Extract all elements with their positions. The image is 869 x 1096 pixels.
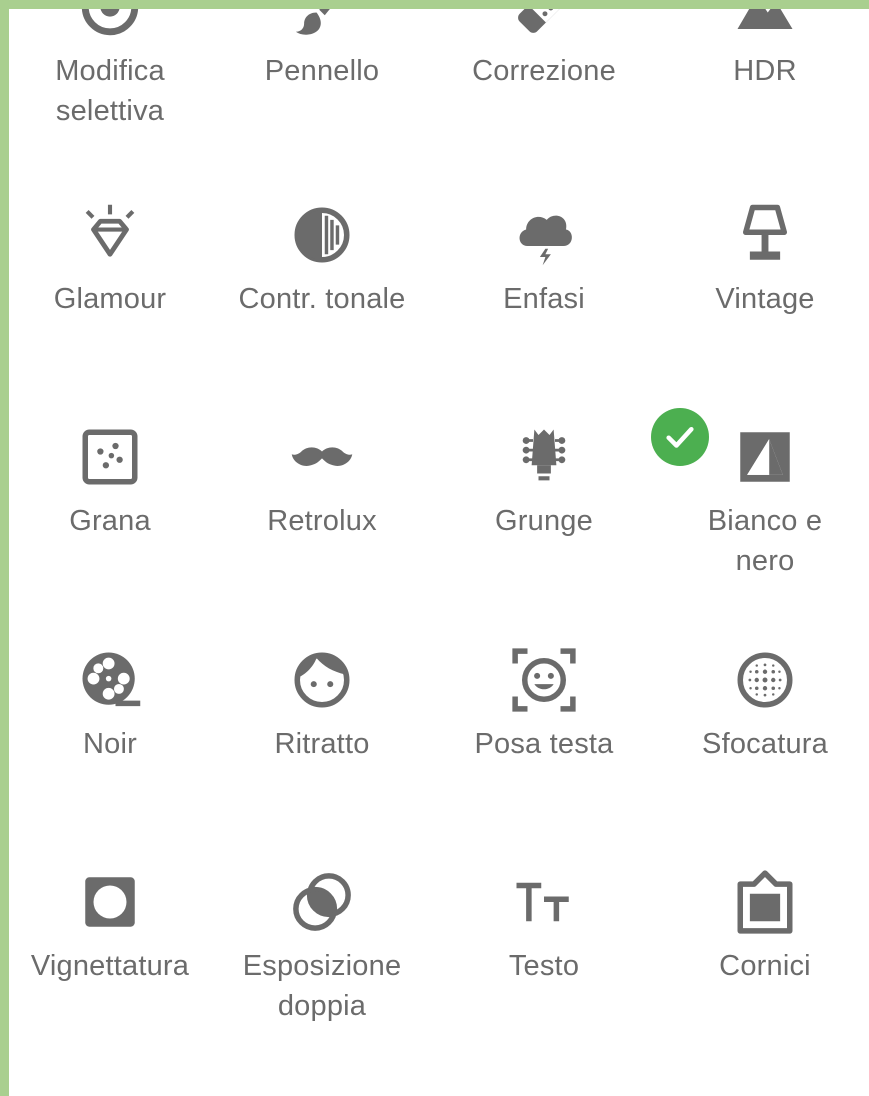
- film-reel-icon: [74, 644, 146, 716]
- text-icon: [508, 866, 580, 938]
- tool-label: Enfasi: [503, 283, 585, 315]
- tool-grunge[interactable]: Grunge: [433, 421, 655, 541]
- tool-head-pose[interactable]: Posa testa: [433, 644, 655, 764]
- selected-check-badge: [651, 408, 709, 466]
- checkmark-icon: [666, 426, 694, 448]
- tool-label: Pennello: [264, 55, 380, 87]
- tool-text[interactable]: Testo: [433, 866, 655, 986]
- tool-glamour[interactable]: Glamour: [9, 199, 221, 319]
- black-white-icon: [729, 421, 801, 493]
- tool-brush[interactable]: Pennello: [211, 9, 433, 91]
- tool-label: Vintage: [715, 283, 815, 315]
- tool-label: Correzione: [472, 55, 616, 87]
- selective-icon: [74, 9, 146, 43]
- vignette-icon: [74, 866, 146, 938]
- tool-blur[interactable]: Sfocatura: [654, 644, 869, 764]
- tool-label: Contr. tonale: [238, 283, 406, 315]
- hdr-mountain-icon: [729, 9, 801, 43]
- tool-portrait[interactable]: Ritratto: [211, 644, 433, 764]
- tool-tonal-contrast[interactable]: Contr. tonale: [211, 199, 433, 319]
- storm-cloud-icon: [508, 199, 580, 271]
- tool-healing[interactable]: Correzione: [433, 9, 655, 91]
- tool-double-exposure[interactable]: Esposizione doppia: [211, 866, 433, 1026]
- healing-icon: [508, 9, 580, 43]
- diamond-glow-icon: [74, 199, 146, 271]
- tool-label: Glamour: [53, 283, 167, 315]
- tool-hdr[interactable]: HDR: [654, 9, 869, 91]
- blur-icon: [729, 644, 801, 716]
- guitar-head-icon: [508, 421, 580, 493]
- tool-label: Ritratto: [274, 728, 370, 760]
- tool-drama[interactable]: Enfasi: [433, 199, 655, 319]
- tool-retrolux[interactable]: Retrolux: [211, 421, 433, 541]
- tool-label: Esposizione doppia: [242, 950, 402, 1022]
- face-icon: [286, 644, 358, 716]
- tool-selective-edit[interactable]: Modifica selettiva: [9, 9, 221, 131]
- tools-panel: Modifica selettiva Pennello Correzione H…: [9, 9, 869, 1096]
- tool-noir[interactable]: Noir: [9, 644, 221, 764]
- tool-label: Testo: [508, 950, 580, 982]
- brush-icon: [286, 9, 358, 43]
- tool-label: Modifica selettiva: [55, 55, 165, 127]
- tool-label: HDR: [733, 55, 797, 87]
- tool-frames[interactable]: Cornici: [654, 866, 869, 986]
- tool-label: Posa testa: [474, 728, 614, 760]
- tool-label: Grana: [69, 505, 151, 537]
- lamp-icon: [729, 199, 801, 271]
- tool-grain[interactable]: Grana: [9, 421, 221, 541]
- grain-icon: [74, 421, 146, 493]
- mustache-icon: [286, 421, 358, 493]
- frame-icon: [729, 866, 801, 938]
- tool-vintage[interactable]: Vintage: [654, 199, 869, 319]
- tool-label: Bianco e nero: [707, 505, 823, 577]
- tool-label: Sfocatura: [702, 728, 828, 760]
- tool-vignette[interactable]: Vignettatura: [9, 866, 221, 986]
- double-exposure-icon: [286, 866, 358, 938]
- face-frame-icon: [508, 644, 580, 716]
- tool-label: Vignettatura: [30, 950, 190, 982]
- tool-label: Retrolux: [267, 505, 377, 537]
- tonal-contrast-icon: [286, 199, 358, 271]
- tool-label: Grunge: [495, 505, 593, 537]
- tool-label: Noir: [83, 728, 137, 760]
- tool-label: Cornici: [719, 950, 811, 982]
